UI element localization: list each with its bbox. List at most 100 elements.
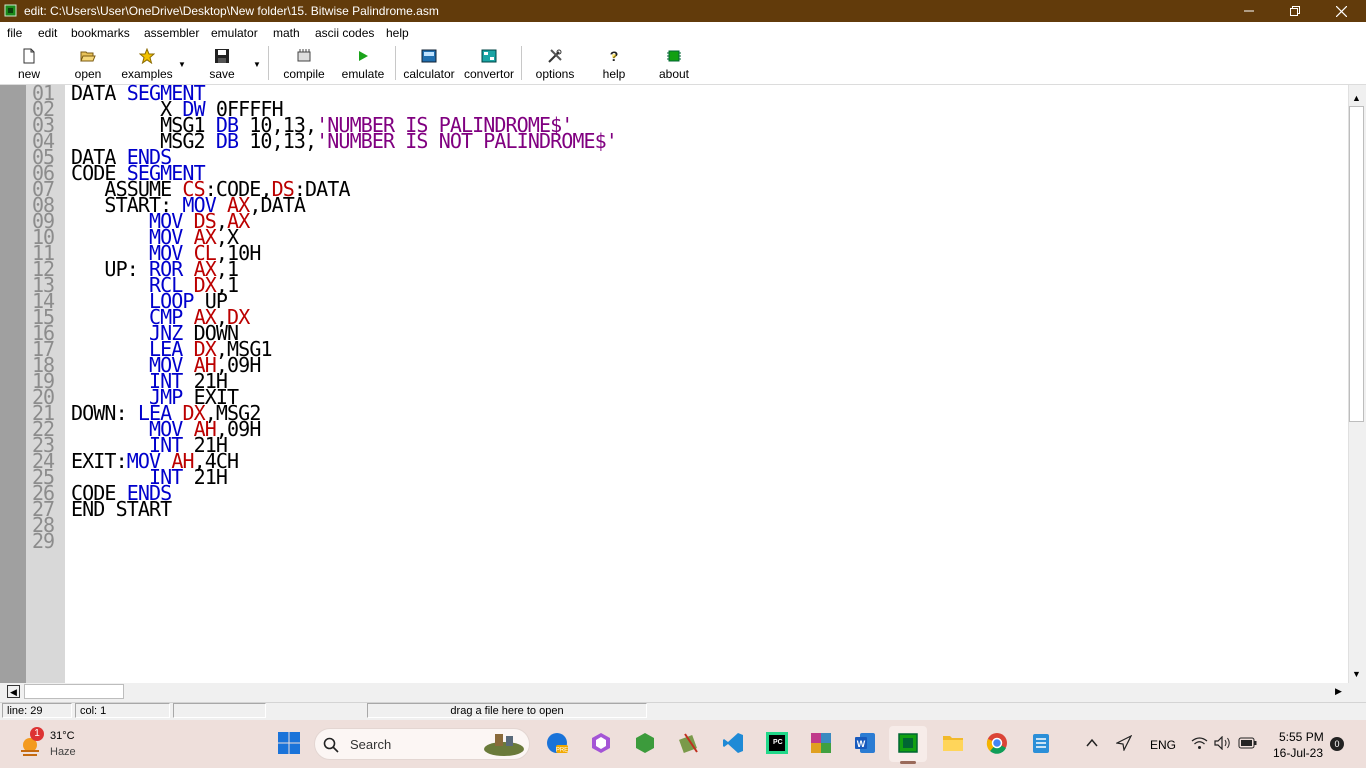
open-label: open: [74, 67, 102, 81]
vscode-icon[interactable]: [721, 731, 745, 755]
menu-assembler[interactable]: assembler: [144, 26, 199, 40]
examples-dropdown[interactable]: ▼: [176, 46, 188, 82]
toolbar-divider: [521, 46, 522, 80]
menu-math[interactable]: math: [273, 26, 300, 40]
word-icon[interactable]: W: [853, 731, 877, 755]
help-button[interactable]: ? help: [596, 46, 632, 82]
clock-date[interactable]: 16-Jul-23: [1273, 746, 1323, 760]
menu-emulator[interactable]: emulator: [211, 26, 258, 40]
status-col: col: 1: [75, 703, 170, 718]
save-label: save: [209, 67, 235, 81]
restore-button[interactable]: [1272, 0, 1318, 22]
calculator-label: calculator: [403, 67, 455, 81]
code-keyword: DB: [215, 129, 239, 153]
chrome-icon[interactable]: [985, 731, 1009, 755]
help-label: help: [602, 67, 626, 81]
scroll-right-icon[interactable]: ▶: [1332, 685, 1345, 698]
new-file-icon: [23, 48, 35, 64]
close-button[interactable]: [1318, 0, 1364, 22]
weather-widget[interactable]: 1 31°C Haze: [16, 726, 106, 764]
horizontal-scrollbar[interactable]: [0, 683, 1348, 700]
cube-app-icon[interactable]: [589, 731, 613, 755]
minimize-button[interactable]: [1226, 0, 1272, 22]
weather-temp: 31°C: [50, 730, 75, 742]
wifi-icon[interactable]: [1191, 736, 1208, 750]
title-bar: edit: C:\Users\User\OneDrive\Desktop\New…: [0, 0, 1366, 22]
taskbar-search[interactable]: Search: [314, 728, 530, 760]
emulate-button[interactable]: emulate: [339, 46, 387, 82]
weather-badge: 1: [30, 727, 44, 741]
options-label: options: [535, 67, 575, 81]
toolbar-divider: [395, 46, 396, 80]
convertor-button[interactable]: convertor: [461, 46, 517, 82]
help-icon: ?: [610, 48, 619, 64]
language-indicator[interactable]: ENG: [1150, 738, 1176, 752]
emu8086-icon: [4, 4, 17, 17]
emulate-label: emulate: [341, 67, 385, 81]
status-line: line: 29: [2, 703, 72, 718]
convertor-label: convertor: [463, 67, 515, 81]
nodejs-icon[interactable]: [633, 731, 657, 755]
svg-text:PC: PC: [773, 739, 783, 746]
chevron-up-icon[interactable]: [1086, 737, 1098, 749]
menu-file[interactable]: file: [7, 26, 22, 40]
code-text: 21H: [182, 465, 228, 489]
chip-icon: [667, 50, 681, 62]
horizontal-scroll-thumb[interactable]: [24, 684, 124, 699]
file-explorer-icon[interactable]: [941, 731, 965, 755]
open-button[interactable]: open: [68, 46, 108, 82]
volume-icon[interactable]: [1214, 736, 1232, 750]
open-folder-icon: [80, 51, 96, 62]
menu-ascii-codes[interactable]: ascii codes: [315, 26, 374, 40]
pre-app-icon[interactable]: PRE: [545, 731, 569, 755]
compile-label: compile: [283, 67, 325, 81]
pycharm-icon[interactable]: PC: [765, 731, 789, 755]
vertical-scroll-thumb[interactable]: [1349, 106, 1364, 422]
menu-help[interactable]: help: [386, 26, 409, 40]
save-button[interactable]: save: [202, 46, 242, 82]
status-drop-hint: drag a file here to open: [367, 703, 647, 718]
git-app-icon[interactable]: [677, 731, 701, 755]
examples-button[interactable]: examples: [120, 46, 174, 82]
clock-time[interactable]: 5:55 PM: [1279, 730, 1324, 744]
windows-start-icon[interactable]: [277, 731, 301, 755]
location-arrow-icon[interactable]: [1116, 735, 1132, 751]
bookmark-margin[interactable]: [0, 85, 26, 683]
line-number: 29: [32, 529, 55, 553]
window-title: edit: C:\Users\User\OneDrive\Desktop\New…: [24, 4, 439, 18]
options-button[interactable]: options: [530, 46, 580, 82]
about-button[interactable]: about: [654, 46, 694, 82]
restore-icon: [1290, 6, 1300, 16]
menu-bar: file edit bookmarks assembler emulator m…: [0, 22, 1366, 42]
code-editor[interactable]: 01 02 03 04 05 06 07 08 09 10 11 12 13 14 15 16 17 18 19 20…: [0, 83, 1348, 683]
floppy-disk-icon: [215, 49, 229, 63]
weather-desc: Haze: [50, 746, 76, 758]
notification-badge[interactable]: 0: [1330, 737, 1344, 751]
code-string: 'NUMBER IS NOT PALINDROME$': [316, 129, 618, 153]
star-icon: [139, 48, 155, 64]
play-icon: [359, 51, 368, 61]
about-label: about: [658, 67, 690, 81]
emu8086-icon[interactable]: [896, 731, 920, 755]
close-icon: [1335, 5, 1347, 17]
save-dropdown[interactable]: ▼: [251, 46, 263, 82]
code-line[interactable]: END START: [71, 499, 172, 519]
new-label: new: [17, 67, 40, 81]
calculator-button[interactable]: calculator: [401, 46, 457, 82]
new-button[interactable]: new: [10, 46, 48, 82]
winrar-icon[interactable]: [809, 731, 833, 755]
code-text: 10,13,: [238, 129, 317, 153]
convertor-icon: [481, 49, 497, 63]
search-label: Search: [350, 737, 392, 752]
toolbar-divider: [268, 46, 269, 80]
battery-icon[interactable]: [1238, 737, 1258, 749]
scroll-up-icon[interactable]: ▲: [1350, 92, 1363, 105]
scroll-down-icon[interactable]: ▼: [1350, 668, 1363, 681]
compile-button[interactable]: compile: [280, 46, 328, 82]
notepad-icon[interactable]: [1029, 731, 1053, 755]
code-text: END START: [71, 497, 172, 521]
menu-edit[interactable]: edit: [38, 26, 57, 40]
menu-bookmarks[interactable]: bookmarks: [71, 26, 130, 40]
examples-label: examples: [121, 67, 173, 81]
scroll-left-icon[interactable]: ◀: [7, 685, 20, 698]
